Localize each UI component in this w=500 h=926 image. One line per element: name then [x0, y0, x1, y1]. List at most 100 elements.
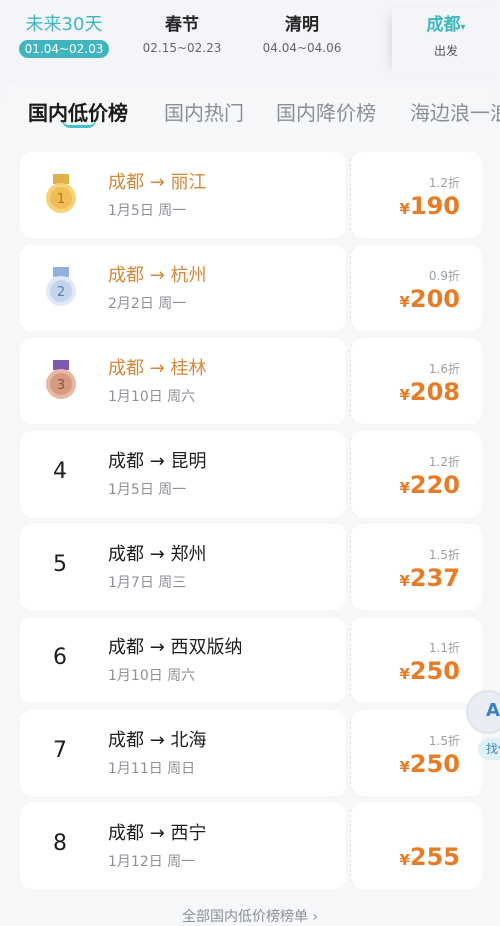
- view-all-rankings-link[interactable]: 全部国内低价榜榜单 ›: [0, 906, 500, 926]
- discount-label: 1.5折: [428, 548, 460, 562]
- flight-date: 2月2日 周一: [108, 296, 187, 312]
- price-value: ¥208: [399, 378, 460, 409]
- ranking-row[interactable]: 3 成都 → 桂林 1月10日 周六 1.6折 ¥208: [20, 338, 482, 424]
- medal-rank: 3: [57, 378, 65, 393]
- route-name: 成都 → 桂林: [108, 358, 207, 379]
- route-info: 2 成都 → 杭州 2月2日 周一: [20, 245, 346, 331]
- route-name: 成都 → 北海: [108, 730, 207, 751]
- ranking-row[interactable]: 2 成都 → 杭州 2月2日 周一 0.9折 ¥200: [20, 245, 482, 331]
- ranking-tabs: 国内低价榜 国内热门 国内降价榜 海边浪一浪: [0, 82, 500, 144]
- price-value: ¥237: [399, 564, 460, 595]
- ranking-row[interactable]: 8 成都 → 西宁 1月12日 周一 ¥255: [20, 803, 482, 889]
- period-dates: 04.04~04.06: [262, 41, 342, 55]
- period-name: 春节: [165, 15, 199, 35]
- departure-label: 出发: [433, 44, 458, 58]
- price-info: 1.5折 ¥237: [350, 524, 482, 610]
- price-info: 1.1折 ¥250: [350, 617, 482, 703]
- currency-symbol: ¥: [399, 758, 410, 776]
- flight-date: 1月10日 周六: [108, 389, 196, 405]
- period-qingming[interactable]: 清明 04.04~04.06: [250, 14, 354, 70]
- flight-date: 1月5日 周一: [108, 482, 187, 498]
- ranking-row[interactable]: 7 成都 → 北海 1月11日 周日 1.5折 ¥250: [20, 710, 482, 796]
- ranking-row[interactable]: 6 成都 → 西双版纳 1月10日 周六 1.1折 ¥250: [20, 617, 482, 703]
- currency-symbol: ¥: [399, 200, 410, 218]
- flight-date: 1月12日 周一: [108, 854, 196, 870]
- price-amount: 190: [409, 192, 460, 220]
- price-value: ¥255: [399, 843, 460, 874]
- medal-rank: 2: [57, 285, 65, 300]
- price-amount: 255: [409, 843, 460, 871]
- discount-label: 1.2折: [428, 176, 460, 190]
- active-tab-indicator: [62, 120, 96, 128]
- period-next-30-days[interactable]: 未来30天 01.04~02.03: [14, 14, 114, 70]
- currency-symbol: ¥: [399, 851, 410, 869]
- price-amount: 250: [409, 750, 460, 778]
- rank-number: 4: [53, 459, 67, 484]
- price-amount: 250: [409, 657, 460, 685]
- price-info: 1.2折 ¥220: [350, 431, 482, 517]
- ranking-row[interactable]: 5 成都 → 郑州 1月7日 周三 1.5折 ¥237: [20, 524, 482, 610]
- price-info: 0.9折 ¥200: [350, 245, 482, 331]
- price-info: ¥255: [350, 803, 482, 889]
- flight-date: 1月7日 周三: [108, 575, 187, 591]
- price-value: ¥200: [399, 285, 460, 316]
- price-info: 1.2折 ¥190: [350, 152, 482, 238]
- medal-rank: 1: [57, 192, 65, 207]
- caret-down-icon: ▾: [460, 22, 466, 33]
- period-name: 清明: [285, 15, 319, 35]
- rank-number: 7: [53, 738, 67, 763]
- period-selector: 未来30天 01.04~02.03 春节 02.15~02.23 清明 04.0…: [0, 0, 500, 82]
- period-name: 未来30天: [25, 14, 103, 35]
- ranking-row[interactable]: 4 成都 → 昆明 1月5日 周一 1.2折 ¥220: [20, 431, 482, 517]
- price-value: ¥250: [399, 657, 460, 688]
- discount-label: 1.6折: [428, 362, 460, 376]
- route-name: 成都 → 杭州: [108, 265, 207, 286]
- route-name: 成都 → 丽江: [108, 172, 207, 193]
- robot-icon: A: [466, 690, 500, 734]
- assistant-label: 找低: [478, 738, 500, 760]
- silver-medal-icon: 2: [46, 267, 76, 306]
- route-info: 5 成都 → 郑州 1月7日 周三: [20, 524, 346, 610]
- currency-symbol: ¥: [399, 386, 410, 404]
- period-dates: 01.04~02.03: [18, 40, 110, 58]
- currency-symbol: ¥: [399, 665, 410, 683]
- rank-number: 5: [53, 552, 67, 577]
- gold-medal-icon: 1: [46, 174, 76, 213]
- route-info: 6 成都 → 西双版纳 1月10日 周六: [20, 617, 346, 703]
- route-info: 7 成都 → 北海 1月11日 周日: [20, 710, 346, 796]
- departure-city-selector[interactable]: 成都▾ 出发: [392, 8, 500, 74]
- ranking-row[interactable]: 1 成都 → 丽江 1月5日 周一 1.2折 ¥190: [20, 152, 482, 238]
- flight-date: 1月11日 周日: [108, 761, 196, 777]
- flight-date: 1月5日 周一: [108, 203, 187, 219]
- departure-city: 成都: [426, 15, 461, 35]
- route-name: 成都 → 西宁: [108, 823, 207, 844]
- discount-label: 1.2折: [428, 455, 460, 469]
- price-info: 1.5折 ¥250: [350, 710, 482, 796]
- tab-domestic-price-drop[interactable]: 国内降价榜: [276, 100, 376, 126]
- discount-label: 0.9折: [428, 269, 460, 283]
- currency-symbol: ¥: [399, 293, 410, 311]
- route-name: 成都 → 西双版纳: [108, 637, 243, 658]
- discount-label: 1.5折: [428, 734, 460, 748]
- route-info: 8 成都 → 西宁 1月12日 周一: [20, 803, 346, 889]
- route-name: 成都 → 昆明: [108, 451, 207, 472]
- period-spring-festival[interactable]: 春节 02.15~02.23: [130, 14, 234, 70]
- price-amount: 208: [409, 378, 460, 406]
- rank-number: 6: [53, 645, 67, 670]
- route-info: 1 成都 → 丽江 1月5日 周一: [20, 152, 346, 238]
- flight-date: 1月10日 周六: [108, 668, 196, 684]
- price-value: ¥220: [399, 471, 460, 502]
- assistant-badge: A: [486, 700, 500, 721]
- tab-seaside[interactable]: 海边浪一浪: [410, 100, 500, 126]
- route-info: 4 成都 → 昆明 1月5日 周一: [20, 431, 346, 517]
- currency-symbol: ¥: [399, 479, 410, 497]
- price-value: ¥190: [399, 192, 460, 223]
- price-info: 1.6折 ¥208: [350, 338, 482, 424]
- rank-number: 8: [53, 831, 67, 856]
- ai-assistant-button[interactable]: A 找低: [466, 690, 500, 770]
- price-amount: 200: [409, 285, 460, 313]
- currency-symbol: ¥: [399, 572, 410, 590]
- period-dates: 02.15~02.23: [142, 41, 222, 55]
- tab-domestic-popular[interactable]: 国内热门: [164, 100, 244, 126]
- price-amount: 237: [409, 564, 460, 592]
